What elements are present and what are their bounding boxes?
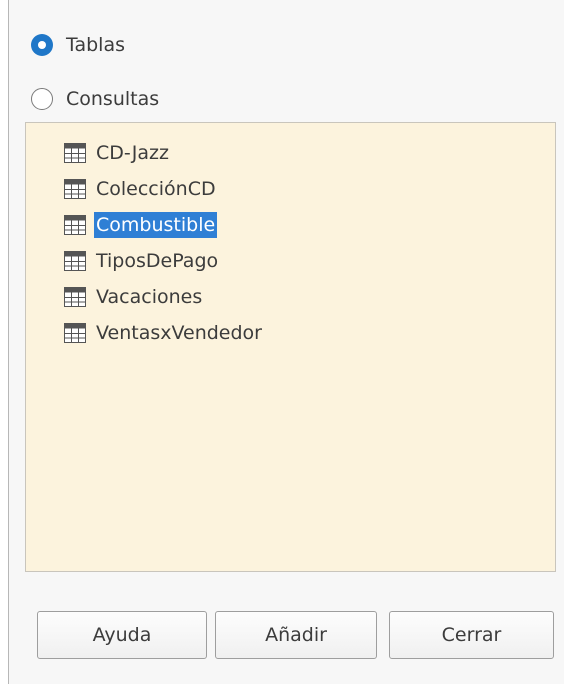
- radio-tables[interactable]: Tablas: [31, 30, 125, 60]
- list-item-label: Combustible: [94, 212, 218, 238]
- table-icon: [64, 323, 86, 343]
- table-icon: [64, 215, 86, 235]
- table-icon: [64, 179, 86, 199]
- list-item-label: ColecciónCD: [96, 178, 216, 200]
- table-icon: [64, 287, 86, 307]
- list-item[interactable]: CD-Jazz: [64, 138, 171, 168]
- list-item-label: Vacaciones: [96, 286, 203, 308]
- radio-tables-indicator[interactable]: [31, 34, 53, 56]
- radio-queries-indicator[interactable]: [31, 88, 53, 110]
- list-item-label: TiposDePago: [96, 250, 219, 272]
- radio-queries-label: Consultas: [66, 88, 160, 110]
- list-item[interactable]: ColecciónCD: [64, 174, 218, 204]
- add-button[interactable]: Añadir: [215, 611, 377, 659]
- list-item-label: CD-Jazz: [96, 142, 170, 164]
- radio-queries[interactable]: Consultas: [31, 84, 159, 114]
- help-button[interactable]: Ayuda: [37, 611, 207, 659]
- list-item[interactable]: Vacaciones: [64, 282, 204, 312]
- radio-tables-label: Tablas: [66, 34, 125, 56]
- table-icon: [64, 143, 86, 163]
- dialog-panel: Tablas Consultas CD-Jazz ColecciónCD Com…: [8, 0, 564, 684]
- list-item[interactable]: TiposDePago: [64, 246, 220, 276]
- table-icon: [64, 251, 86, 271]
- list-item-label: VentasxVendedor: [96, 322, 262, 344]
- list-item[interactable]: VentasxVendedor: [64, 318, 264, 348]
- list-item-selected[interactable]: Combustible: [64, 210, 218, 240]
- table-list[interactable]: CD-Jazz ColecciónCD Combustible TiposDeP…: [25, 122, 556, 572]
- close-button[interactable]: Cerrar: [389, 611, 554, 659]
